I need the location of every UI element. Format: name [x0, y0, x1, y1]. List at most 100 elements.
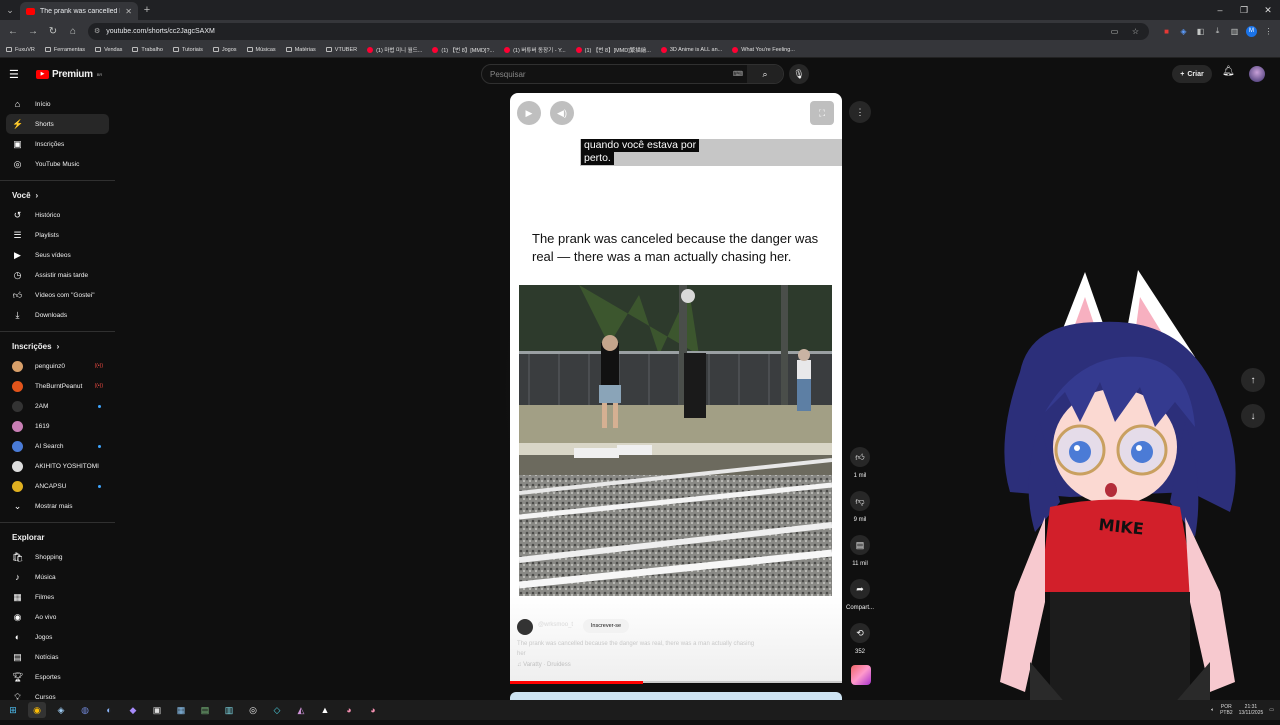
- downloads-icon[interactable]: ⤓: [1210, 24, 1225, 39]
- sidebar-item[interactable]: 🛍︎ Shopping: [6, 547, 109, 567]
- sidebar-item[interactable]: ⚡ Shorts: [6, 114, 109, 134]
- maximize-button[interactable]: ❐: [1232, 0, 1256, 20]
- bookmark-item[interactable]: (1) 【번 8】[MMD]?...: [432, 46, 494, 54]
- bookmark-item[interactable]: (1) 버튜버 동장기 - Y...: [504, 46, 566, 54]
- keyboard-icon[interactable]: ⌨: [733, 70, 743, 78]
- address-bar[interactable]: ⚙ youtube.com/shorts/cc2JagcSAXM ▭ ☆: [88, 22, 1149, 40]
- forward-button[interactable]: →: [24, 22, 42, 40]
- search-input[interactable]: Pesquisar ⌨ ⌕: [481, 64, 784, 84]
- app-icon[interactable]: ▣: [148, 702, 166, 718]
- volume-icon[interactable]: 🔈︎: [1211, 707, 1214, 713]
- sidebar-item[interactable]: 💡︎ Cursos: [6, 687, 109, 701]
- app-icon[interactable]: ▥: [220, 702, 238, 718]
- bookmark-item[interactable]: VTUBER: [325, 47, 357, 53]
- close-tab-icon[interactable]: ✕: [125, 7, 132, 16]
- bookmark-item[interactable]: (1) 마법 미니 월드...: [367, 46, 422, 54]
- sidebar-item[interactable]: ▦ Filmes: [6, 587, 109, 607]
- clock[interactable]: 21:31 13/11/2025: [1239, 704, 1264, 716]
- subscribe-button[interactable]: Inscrever-se: [583, 619, 629, 633]
- bookmark-item[interactable]: Trabalho: [132, 47, 163, 53]
- sidebar-item[interactable]: AKIHITO YOSHITOMI: [6, 456, 109, 476]
- app-icon[interactable]: ◕: [364, 702, 382, 718]
- steam-icon[interactable]: ◈: [52, 702, 70, 718]
- notifications-icon[interactable]: ▭: [1269, 707, 1274, 713]
- tab-search-icon[interactable]: ⌄: [0, 0, 20, 20]
- profile-button[interactable]: M: [1244, 24, 1259, 39]
- app-icon[interactable]: ◎: [244, 702, 262, 718]
- bookmark-item[interactable]: Jogos: [212, 47, 237, 53]
- app-icon[interactable]: ▤: [196, 702, 214, 718]
- sidebar-section-title[interactable]: Explorar: [0, 527, 115, 547]
- sidebar-item[interactable]: ⤓ Downloads: [6, 305, 109, 325]
- thumbs-down-icon[interactable]: 👎︎: [850, 491, 870, 511]
- minimize-button[interactable]: –: [1208, 0, 1232, 20]
- browser-menu-icon[interactable]: ⋮: [1261, 24, 1276, 39]
- sidebar-item[interactable]: ◷ Assistir mais tarde: [6, 265, 109, 285]
- thumbs-up-icon[interactable]: 👍︎: [850, 447, 870, 467]
- extension-icon[interactable]: ■: [1159, 24, 1174, 39]
- reload-button[interactable]: ↻: [44, 22, 62, 40]
- sidebar-item[interactable]: 👍︎ Vídeos com "Gostei": [6, 285, 109, 305]
- bookmark-item[interactable]: Ferramentas: [44, 47, 85, 53]
- bookmark-item[interactable]: Tutoriais: [172, 47, 203, 53]
- sidebar-item[interactable]: ↺ Histórico: [6, 205, 109, 225]
- split-view-icon[interactable]: ▥: [1227, 24, 1242, 39]
- sidebar-item[interactable]: ◎ YouTube Music: [6, 154, 109, 174]
- sound-thumbnail[interactable]: [851, 665, 871, 685]
- site-info-icon[interactable]: ⚙: [94, 27, 100, 35]
- sidebar-item[interactable]: ▶ Seus vídeos: [6, 245, 109, 265]
- sidebar-item[interactable]: ◐ Jogos: [6, 627, 109, 647]
- sidebar-item[interactable]: penguinz0 ((•)): [6, 356, 109, 376]
- notifications-bell-icon[interactable]: 🔔︎: [1222, 66, 1235, 77]
- start-icon[interactable]: ⊞: [4, 702, 22, 718]
- sidebar-item[interactable]: ♪ Música: [6, 567, 109, 587]
- sidebar-item[interactable]: ▣ Inscrições: [6, 134, 109, 154]
- bookmark-item[interactable]: FuxuVR: [6, 47, 35, 53]
- bookmark-item[interactable]: Vendas: [95, 47, 122, 53]
- app-icon[interactable]: ◭: [292, 702, 310, 718]
- app-icon[interactable]: ◇: [268, 702, 286, 718]
- chrome-icon[interactable]: ◉: [28, 702, 46, 718]
- comment-icon[interactable]: ▤: [850, 535, 870, 555]
- channel-name[interactable]: @wrksmoo_t: [538, 622, 573, 628]
- remix-icon[interactable]: ⟲: [850, 623, 870, 643]
- home-button[interactable]: ⌂: [64, 22, 82, 40]
- channel-avatar[interactable]: [517, 619, 533, 635]
- app-icon[interactable]: ▲: [316, 702, 334, 718]
- extension-icon[interactable]: ◈: [1176, 24, 1191, 39]
- progress-bar[interactable]: [510, 681, 842, 684]
- remix-action[interactable]: ⟲ 352: [845, 623, 875, 655]
- language-indicator[interactable]: POR PTB2: [1220, 704, 1233, 716]
- sidebar-item[interactable]: ◉ Ao vivo: [6, 607, 109, 627]
- bookmark-item[interactable]: What You're Feeling...: [732, 46, 795, 53]
- app-icon[interactable]: ◐: [100, 702, 118, 718]
- sidebar-section-title[interactable]: Você ›: [0, 185, 115, 205]
- sidebar-item[interactable]: ▤ Notícias: [6, 647, 109, 667]
- volume-button[interactable]: ◀): [550, 101, 574, 125]
- play-button[interactable]: ▶: [517, 101, 541, 125]
- more-options-icon[interactable]: ⋮: [849, 101, 871, 123]
- sidebar-item[interactable]: ⌂ Início: [6, 94, 109, 114]
- fullscreen-button[interactable]: ⛶: [810, 101, 834, 125]
- bookmark-item[interactable]: (1) 【번 8】[MMD]繁描繪...: [575, 46, 651, 54]
- sidebar-item[interactable]: 2AM: [6, 396, 109, 416]
- short-description[interactable]: The prank was cancelled because the dang…: [517, 639, 757, 659]
- youtube-logo[interactable]: ▶ Premium BR: [36, 69, 102, 80]
- user-avatar[interactable]: [1249, 66, 1265, 82]
- bookmark-item[interactable]: Músicas: [246, 47, 276, 53]
- bookmark-item[interactable]: Matérias: [285, 47, 316, 53]
- browser-tab[interactable]: The prank was cancelled becau... ✕: [20, 2, 138, 20]
- like-action[interactable]: 👍︎ 1 mil: [845, 447, 875, 479]
- sidebar-item[interactable]: 1619: [6, 416, 109, 436]
- sidebar-item[interactable]: AI Search: [6, 436, 109, 456]
- create-button[interactable]: + Criar: [1172, 65, 1212, 83]
- share-action[interactable]: ➦ Compart...: [845, 579, 875, 611]
- menu-icon[interactable]: ☰: [9, 68, 27, 81]
- music-credit[interactable]: ♫ Varatty · Druidess: [517, 662, 571, 668]
- sidebar-item[interactable]: ☰ Playlists: [6, 225, 109, 245]
- extensions-puzzle-icon[interactable]: ◧: [1193, 24, 1208, 39]
- show-more-button[interactable]: ⌄ Mostrar mais: [6, 496, 109, 516]
- sidebar-item[interactable]: TheBurntPeanut ((•)): [6, 376, 109, 396]
- bookmark-star-icon[interactable]: ☆: [1128, 24, 1143, 39]
- sidebar-item[interactable]: 🏆︎ Esportes: [6, 667, 109, 687]
